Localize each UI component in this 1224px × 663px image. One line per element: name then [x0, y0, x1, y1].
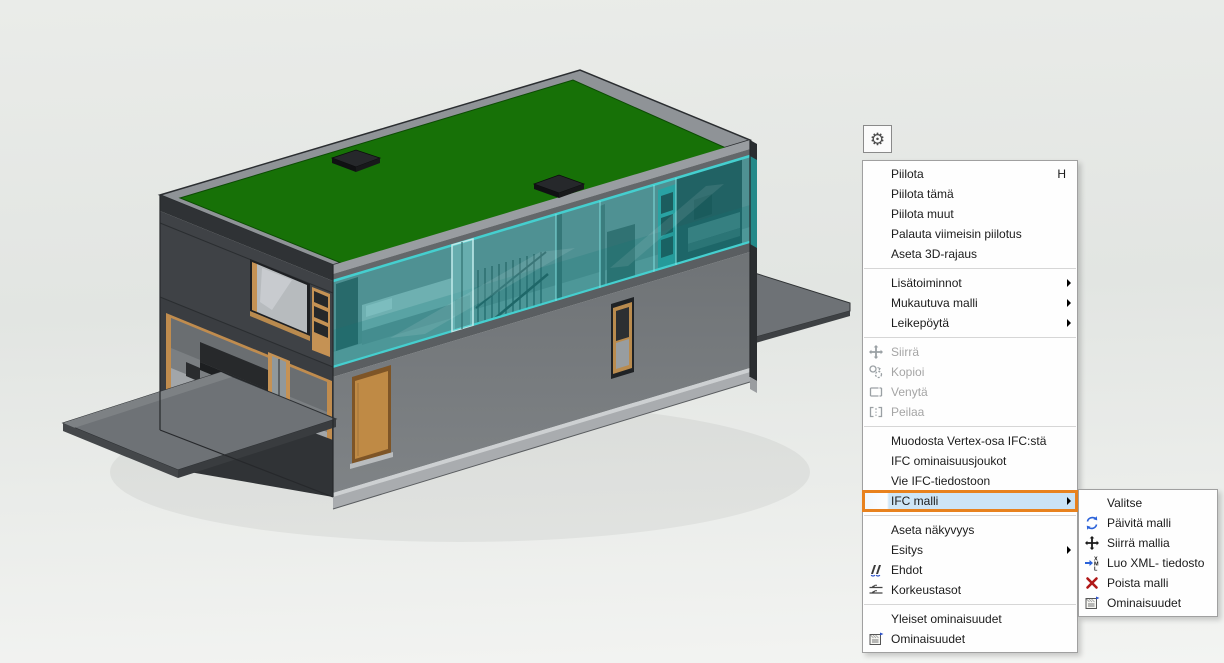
submenu-arrow-icon [1067, 279, 1071, 287]
mirror-icon [868, 404, 884, 420]
menu-item-siirra[interactable]: Siirrä [863, 342, 1077, 362]
conditions-icon [868, 562, 884, 578]
submenu-item-siirra-mallia[interactable]: Siirrä mallia [1079, 533, 1217, 553]
entry-door [350, 365, 393, 469]
menu-item-palauta-viimeisin-piilotus[interactable]: Palauta viimeisin piilotus [863, 224, 1077, 244]
menu-item-leikepoyta[interactable]: Leikepöytä [863, 313, 1077, 333]
menu-separator [864, 426, 1076, 427]
menu-item-ifc-ominaisuusjoukot[interactable]: IFC ominaisuusjoukot [863, 451, 1077, 471]
submenu-arrow-icon [1067, 546, 1071, 554]
copy-icon [868, 364, 884, 380]
menu-item-piilota-muut[interactable]: Piilota muut [863, 204, 1077, 224]
delete-icon [1084, 575, 1100, 591]
terrace-slab-right [745, 270, 850, 346]
submenu-arrow-icon [1067, 299, 1071, 307]
move-icon [1084, 535, 1100, 551]
menu-item-kopioi[interactable]: Kopioi [863, 362, 1077, 382]
menu-item-ominaisuudet[interactable]: Ominaisuudet [863, 629, 1077, 649]
corner-return [750, 140, 757, 393]
submenu-arrow-icon [1067, 497, 1071, 505]
shortcut-label: H [1057, 164, 1066, 184]
submenu-item-poista-malli[interactable]: Poista malli [1079, 573, 1217, 593]
menu-item-ehdot[interactable]: Ehdot [863, 560, 1077, 580]
menu-separator [864, 515, 1076, 516]
settings-gear-button[interactable]: ⚙ [863, 125, 892, 153]
submenu-item-ominaisuudet[interactable]: Ominaisuudet [1079, 593, 1217, 613]
menu-item-esitys[interactable]: Esitys [863, 540, 1077, 560]
menu-item-piilota[interactable]: Piilota H [863, 164, 1077, 184]
menu-item-ifc-malli[interactable]: IFC malli [863, 491, 1077, 511]
submenu-item-luo-xml-tiedosto[interactable]: XML Luo XML- tiedosto [1079, 553, 1217, 573]
submenu-item-valitse[interactable]: Valitse [1079, 493, 1217, 513]
xml-icon: XML [1084, 555, 1100, 571]
submenu-item-paivita-malli[interactable]: Päivitä malli [1079, 513, 1217, 533]
menu-item-aseta-3d-rajaus[interactable]: Aseta 3D-rajaus [863, 244, 1077, 264]
gable-shelf-windows [312, 287, 330, 357]
context-menu: Piilota H Piilota tämä Piilota muut Pala… [862, 160, 1078, 653]
menu-item-peilaa[interactable]: Peilaa [863, 402, 1077, 422]
menu-separator [864, 268, 1076, 269]
building-model [63, 70, 850, 542]
gear-icon: ⚙ [870, 131, 885, 148]
menu-separator [864, 337, 1076, 338]
menu-separator [864, 604, 1076, 605]
stretch-icon [868, 384, 884, 400]
menu-item-piilota-tama[interactable]: Piilota tämä [863, 184, 1077, 204]
ifc-malli-submenu: Valitse Päivitä malli Siirrä mallia XML … [1078, 489, 1218, 617]
menu-item-mukautuva-malli[interactable]: Mukautuva malli [863, 293, 1077, 313]
levels-icon [868, 582, 884, 598]
submenu-arrow-icon [1067, 319, 1071, 327]
menu-item-yleiset-ominaisuudet[interactable]: Yleiset ominaisuudet [863, 609, 1077, 629]
menu-item-korkeustasot[interactable]: Korkeustasot [863, 580, 1077, 600]
refresh-icon [1084, 515, 1100, 531]
menu-item-venyta[interactable]: Venytä [863, 382, 1077, 402]
menu-item-lisatoiminnot[interactable]: Lisätoiminnot [863, 273, 1077, 293]
menu-item-aseta-nakyvyys[interactable]: Aseta näkyvyys [863, 520, 1077, 540]
menu-item-muodosta-vertex-osa-ifcsta[interactable]: Muodosta Vertex-osa IFC:stä [863, 431, 1077, 451]
properties-icon [1084, 595, 1100, 611]
move-icon [868, 344, 884, 360]
properties-icon [868, 631, 884, 647]
menu-item-vie-ifc-tiedostoon[interactable]: Vie IFC-tiedostoon [863, 471, 1077, 491]
narrow-window [611, 297, 634, 379]
